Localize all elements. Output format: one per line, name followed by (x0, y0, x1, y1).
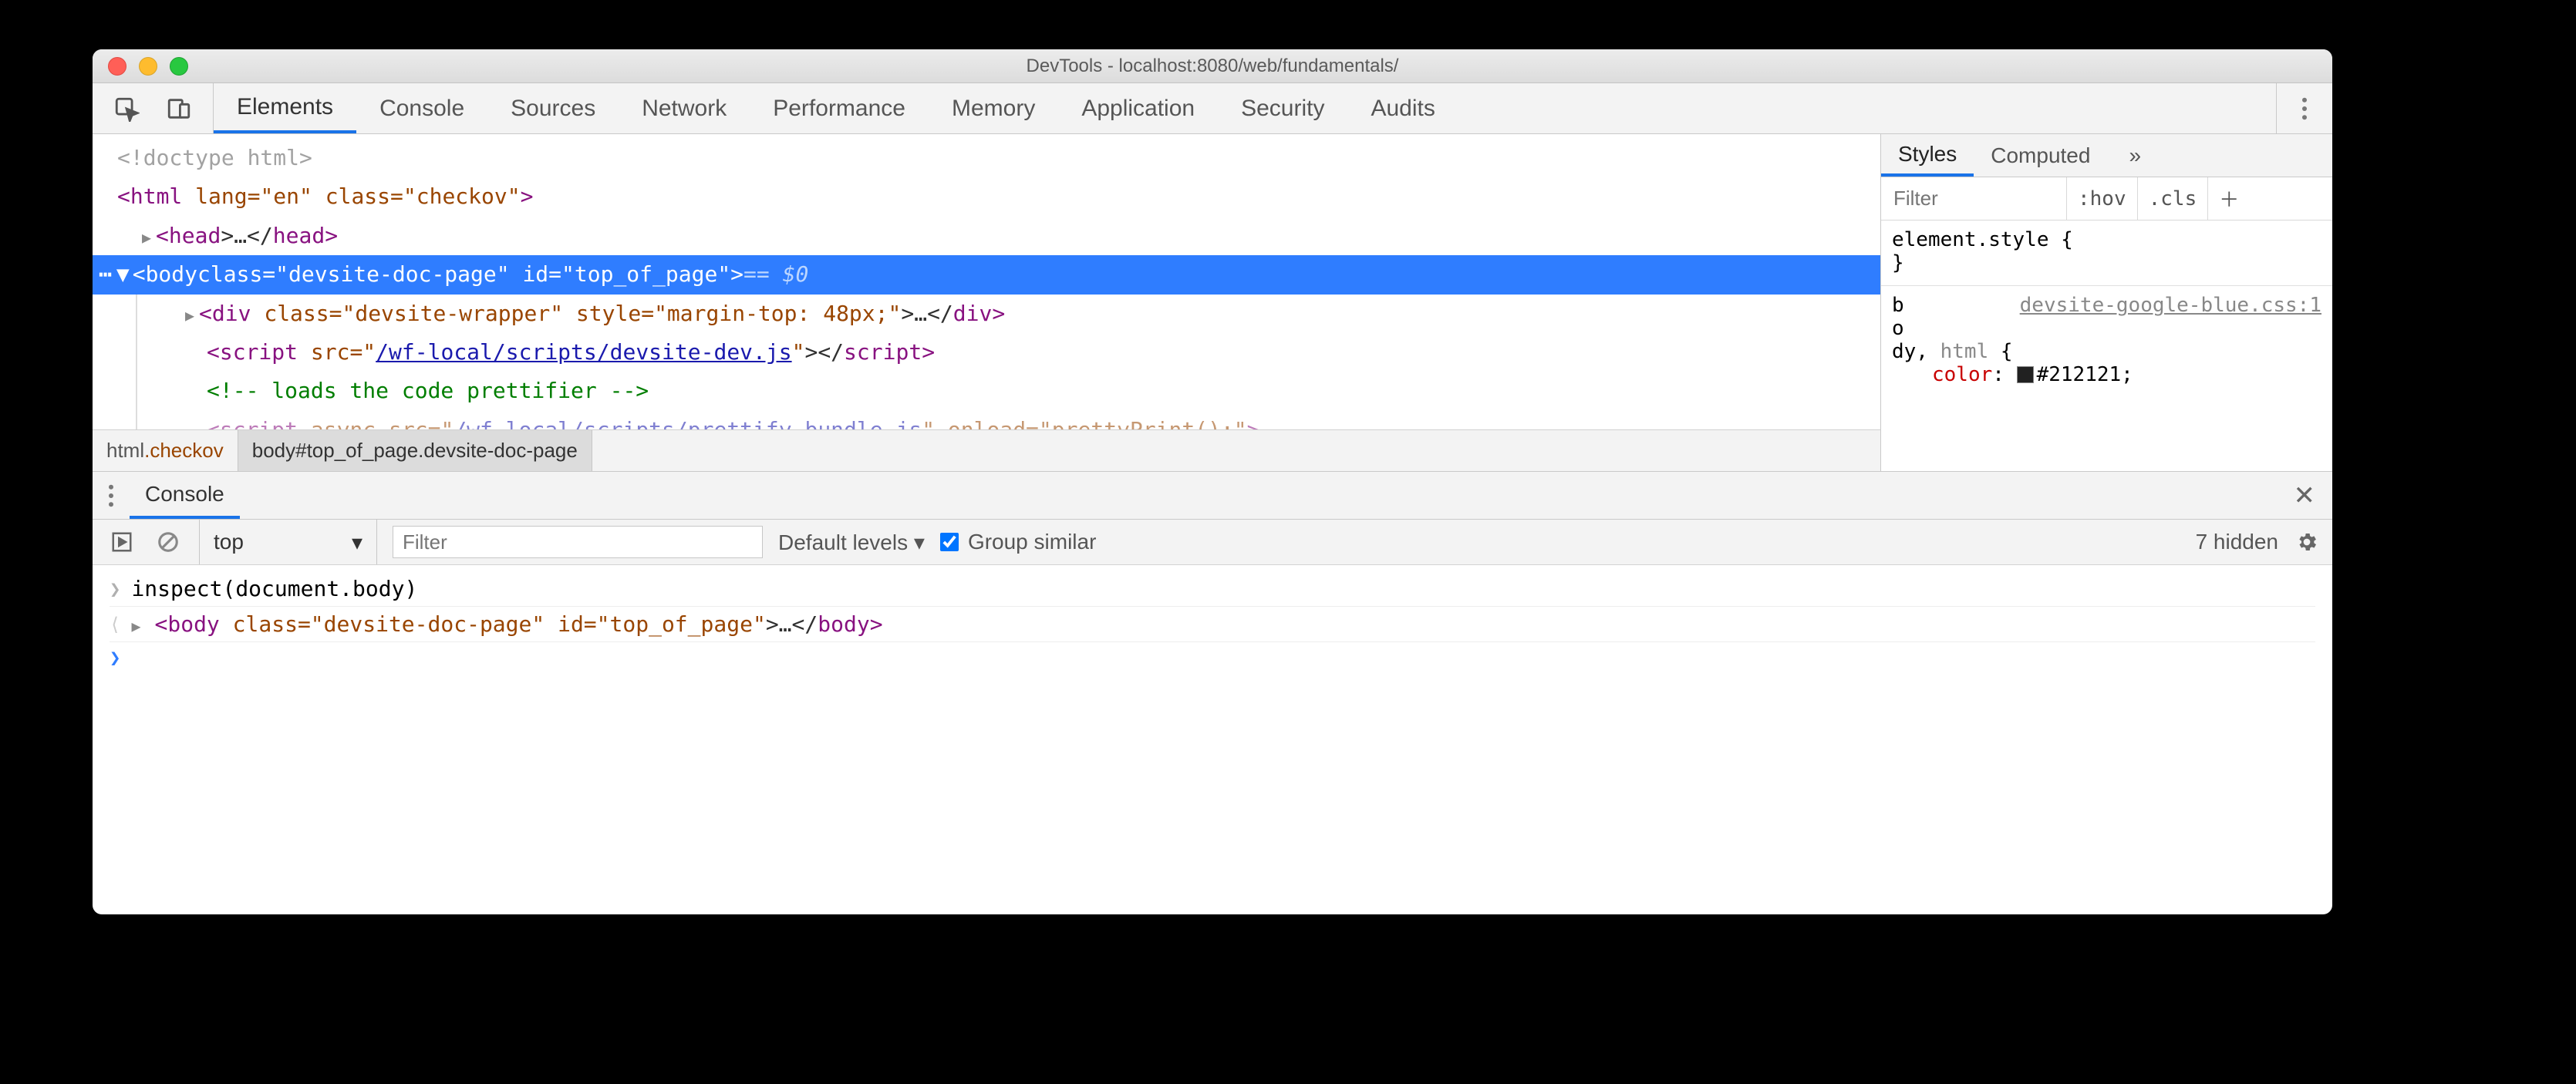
collapse-icon[interactable]: ▼ (116, 255, 130, 294)
tab-application[interactable]: Application (1058, 83, 1218, 133)
minimize-window-button[interactable] (139, 57, 157, 76)
drawer-menu-icon[interactable] (93, 484, 130, 507)
crumb-body[interactable]: body#top_of_page.devsite-doc-page (238, 430, 592, 471)
tab-elements[interactable]: Elements (214, 83, 356, 133)
expand-icon[interactable] (185, 301, 199, 326)
elements-panel: <!doctype html> <html lang="en" class="c… (93, 134, 1880, 471)
close-drawer-icon[interactable]: ✕ (2277, 480, 2333, 511)
styles-filter-input[interactable] (1881, 187, 2066, 210)
tab-network[interactable]: Network (619, 83, 750, 133)
dom-comment[interactable]: <!-- loads the code prettifier --> (185, 372, 1880, 410)
color-swatch[interactable] (2017, 366, 2034, 383)
tab-console[interactable]: Console (356, 83, 487, 133)
execute-icon[interactable] (106, 527, 137, 557)
dom-head[interactable]: <head>…</head> (93, 217, 1880, 255)
tab-performance[interactable]: Performance (750, 83, 929, 133)
tab-audits[interactable]: Audits (1347, 83, 1458, 133)
tab-sources[interactable]: Sources (487, 83, 619, 133)
new-rule-button[interactable]: ＋ (2207, 177, 2250, 220)
clear-console-icon[interactable] (153, 527, 184, 557)
cls-button[interactable]: .cls (2137, 177, 2208, 220)
group-similar-checkbox[interactable]: Group similar (940, 530, 1096, 554)
dom-body-selected[interactable]: ⋯ ▼ <body class="devsite-doc-page" id="t… (93, 255, 1880, 294)
zoom-window-button[interactable] (170, 57, 188, 76)
hov-button[interactable]: :hov (2066, 177, 2137, 220)
breadcrumb: html.checkov body#top_of_page.devsite-do… (93, 429, 1880, 471)
console-row[interactable]: ❯ inspect(document.body) (110, 571, 2315, 606)
console-filter-input[interactable] (393, 526, 763, 558)
titlebar: DevTools - localhost:8080/web/fundamenta… (93, 49, 2332, 83)
computed-tab[interactable]: Computed (1974, 134, 2107, 177)
close-window-button[interactable] (108, 57, 126, 76)
context-selector[interactable]: top▾ (199, 520, 377, 564)
expand-icon[interactable] (131, 611, 143, 637)
styles-panel: Styles Computed » :hov .cls ＋ element.st… (1880, 134, 2332, 471)
main-toolbar: Elements Console Sources Network Perform… (93, 83, 2332, 134)
console-row[interactable]: ⟨ <body class="devsite-doc-page" id="top… (110, 606, 2315, 642)
device-toggle-icon[interactable] (164, 93, 194, 124)
console-output[interactable]: ❯ inspect(document.body) ⟨ <body class="… (93, 565, 2332, 914)
dom-tree[interactable]: <!doctype html> <html lang="en" class="c… (93, 134, 1880, 429)
panel-tabs: Elements Console Sources Network Perform… (214, 83, 1458, 133)
ellipsis-icon[interactable]: ⋯ (99, 255, 112, 294)
hidden-count[interactable]: 7 hidden (2196, 530, 2278, 554)
window-title: DevTools - localhost:8080/web/fundamenta… (1027, 56, 1399, 77)
console-prompt[interactable]: ❯ (110, 642, 2315, 673)
more-menu-icon[interactable] (2289, 93, 2320, 124)
input-chevron-icon: ❯ (110, 578, 120, 600)
styles-tab[interactable]: Styles (1881, 134, 1974, 177)
styles-rules: element.style { } bdevsite-google-blue.c… (1881, 221, 2332, 471)
chevron-down-icon: ▾ (914, 530, 925, 554)
console-drawer-header: Console ✕ (93, 471, 2332, 519)
log-levels-dropdown[interactable]: Default levels ▾ (778, 530, 925, 555)
expand-icon[interactable] (142, 223, 156, 248)
rule-element-style[interactable]: element.style { } (1892, 228, 2321, 274)
more-tabs-icon[interactable]: » (2112, 134, 2158, 177)
dom-script-1[interactable]: <script src="/wf-local/scripts/devsite-d… (185, 333, 1880, 372)
output-chevron-icon: ⟨ (110, 614, 120, 635)
crumb-html[interactable]: html.checkov (93, 430, 238, 471)
devtools-window: DevTools - localhost:8080/web/fundamenta… (93, 49, 2332, 914)
dom-doctype[interactable]: <!doctype html> (117, 145, 312, 170)
tab-security[interactable]: Security (1218, 83, 1347, 133)
drawer-tab-console[interactable]: Console (130, 472, 240, 519)
prompt-chevron-icon: ❯ (110, 647, 120, 668)
console-settings-icon[interactable] (2295, 530, 2318, 554)
traffic-lights (108, 57, 188, 76)
console-controls: top▾ Default levels ▾ Group similar 7 hi… (93, 519, 2332, 565)
dom-div-wrapper[interactable]: <div class="devsite-wrapper" style="marg… (185, 295, 1880, 333)
chevron-down-icon: ▾ (352, 530, 362, 555)
dom-script-2[interactable]: <script async src="/wf-local/scripts/pre… (185, 411, 1880, 429)
inspect-element-icon[interactable] (111, 93, 142, 124)
rule-body-html[interactable]: bdevsite-google-blue.css:1 o dy, html { … (1892, 294, 2321, 386)
dom-html[interactable]: <html lang="en" class="checkov"> (93, 177, 1880, 216)
tab-memory[interactable]: Memory (929, 83, 1058, 133)
main-area: <!doctype html> <html lang="en" class="c… (93, 134, 2332, 471)
source-link[interactable]: devsite-google-blue.css:1 (2020, 294, 2321, 317)
